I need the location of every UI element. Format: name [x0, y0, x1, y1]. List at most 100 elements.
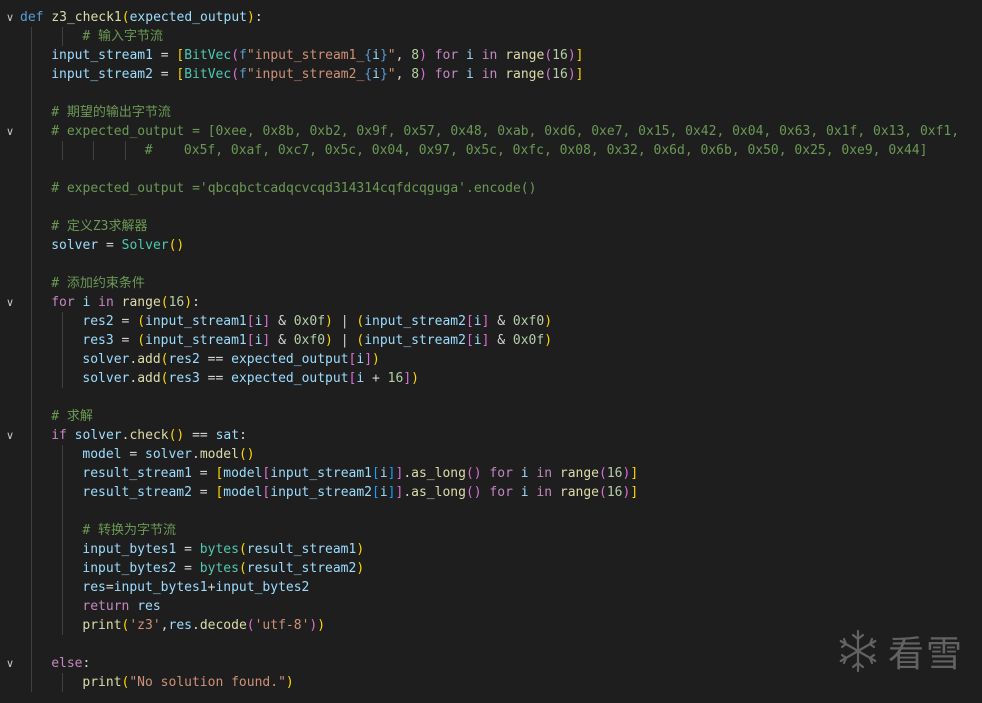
code-line[interactable]: ∨ # expected_output = [0xee, 0x8b, 0xb2, …: [0, 122, 982, 141]
code-text: # 求解: [51, 407, 93, 426]
code-line[interactable]: res3 = (input_stream1[i] & 0xf0) | (inpu…: [0, 331, 982, 350]
fold-chevron-icon[interactable]: ∨: [3, 293, 17, 312]
code-token: # 期望的输出字节流: [51, 105, 171, 120]
code-token: =: [176, 561, 200, 576]
code-token: range: [121, 295, 161, 310]
code-line[interactable]: # expected_output ='qbcqbctcadqcvcqd3143…: [0, 179, 982, 198]
code-line[interactable]: # 输入字节流: [0, 27, 982, 46]
code-token: add: [137, 352, 161, 367]
code-line[interactable]: model = solver.model(): [0, 445, 982, 464]
code-line[interactable]: # 转换为字节流: [0, 521, 982, 540]
code-line[interactable]: input_stream2 = [BitVec(f"input_stream2_…: [0, 65, 982, 84]
fold-chevron-icon[interactable]: ∨: [3, 8, 17, 27]
indent-guide: [31, 84, 32, 103]
code-line[interactable]: res=input_bytes1+input_bytes2: [0, 578, 982, 597]
code-token: =: [191, 466, 216, 481]
code-token: 0xf0: [512, 314, 545, 329]
indent-guide: [62, 578, 64, 597]
code-token: i: [356, 352, 365, 367]
code-line[interactable]: res2 = (input_stream1[i] & 0x0f) | (inpu…: [0, 312, 982, 331]
code-token: ): [325, 333, 333, 348]
code-text: for i in range(16):: [51, 293, 200, 312]
code-line[interactable]: ∨ for i in range(16):: [0, 293, 982, 312]
code-token: bytes: [199, 542, 239, 557]
code-text: model = solver.model(): [82, 445, 254, 464]
code-token: (): [168, 238, 185, 253]
code-text: solver = Solver(): [51, 236, 184, 255]
code-line[interactable]: [0, 198, 982, 217]
code-token: for: [426, 67, 467, 82]
code-token: {: [364, 48, 373, 63]
code-line[interactable]: ∨ def z3_check1(expected_output):: [0, 8, 982, 27]
code-token: (: [231, 48, 240, 63]
code-line[interactable]: solver = Solver(): [0, 236, 982, 255]
code-token: =: [191, 485, 216, 500]
code-token: input_stream1: [51, 48, 153, 63]
code-token: range: [505, 67, 545, 82]
code-token: ]: [364, 352, 373, 367]
code-token: # 求解: [51, 409, 93, 424]
code-line[interactable]: [0, 160, 982, 179]
fold-chevron-icon[interactable]: ∨: [3, 654, 17, 673]
code-token: input_stream1: [145, 314, 247, 329]
code-token: ): [411, 371, 419, 386]
code-token: .: [191, 447, 200, 462]
code-token: =: [121, 447, 146, 462]
code-line[interactable]: [0, 84, 982, 103]
code-token: ): [372, 352, 380, 367]
code-line[interactable]: input_bytes2 = bytes(result_stream2): [0, 559, 982, 578]
code-token: model: [223, 466, 263, 481]
code-line[interactable]: result_stream2 = [model[input_stream2[i]…: [0, 483, 982, 502]
indent-guide: [62, 445, 64, 464]
code-line[interactable]: solver.add(res3 == expected_output[i + 1…: [0, 369, 982, 388]
indent-guide: [62, 312, 64, 331]
code-line[interactable]: input_stream1 = [BitVec(f"input_stream1_…: [0, 46, 982, 65]
code-line[interactable]: [0, 255, 982, 274]
code-text: input_bytes2 = bytes(result_stream2): [82, 559, 364, 578]
code-token: .: [403, 466, 412, 481]
indent-guide: [31, 483, 32, 502]
code-line[interactable]: # 添加约束条件: [0, 274, 982, 293]
indent-guide: [31, 407, 32, 426]
code-line[interactable]: [0, 502, 982, 521]
code-token: (: [160, 352, 169, 367]
code-token: print: [82, 618, 122, 633]
fold-chevron-icon[interactable]: ∨: [3, 122, 17, 141]
code-line[interactable]: [0, 388, 982, 407]
code-line[interactable]: result_stream1 = [model[input_stream1[i]…: [0, 464, 982, 483]
indent-guide: [31, 27, 32, 46]
code-editor[interactable]: ∨ def z3_check1(expected_output): # 输入字节流 i…: [0, 0, 982, 703]
code-line[interactable]: solver.add(res2 == expected_output[i]): [0, 350, 982, 369]
code-token: input_stream2: [270, 485, 372, 500]
fold-chevron-icon[interactable]: ∨: [3, 426, 17, 445]
code-text: input_stream2 = [BitVec(f"input_stream2_…: [51, 65, 583, 84]
code-token: (: [544, 67, 553, 82]
code-token: =: [152, 67, 177, 82]
code-token: .: [129, 352, 138, 367]
code-token: # expected_output = [0xee, 0x8b, 0xb2, 0…: [51, 124, 960, 139]
code-line[interactable]: # 定义Z3求解器: [0, 217, 982, 236]
code-line[interactable]: # 求解: [0, 407, 982, 426]
code-token: &: [270, 314, 294, 329]
code-text: return res: [82, 597, 160, 616]
indent-guide: [62, 502, 64, 521]
code-token: [: [465, 333, 474, 348]
code-text: solver.add(res2 == expected_output[i]): [82, 350, 379, 369]
code-line[interactable]: # 期望的输出字节流: [0, 103, 982, 122]
code-line[interactable]: input_bytes1 = bytes(result_stream1): [0, 540, 982, 559]
code-token: range: [559, 466, 600, 481]
code-line[interactable]: ∨ if solver.check() == sat:: [0, 426, 982, 445]
code-token: 'z3': [129, 618, 161, 633]
indent-guide: [31, 160, 32, 179]
code-token: }: [379, 48, 388, 63]
code-token: result_stream1: [246, 542, 357, 557]
code-token: i: [379, 485, 388, 500]
code-token: .: [129, 371, 138, 386]
code-line[interactable]: return res: [0, 597, 982, 616]
code-text: result_stream2 = [model[input_stream2[i]…: [82, 483, 638, 502]
code-token: |: [332, 333, 357, 348]
code-token: sat: [215, 428, 240, 443]
code-line[interactable]: # 0x5f, 0xaf, 0xc7, 0x5c, 0x04, 0x97, 0x…: [0, 141, 982, 160]
indent-guide: [31, 122, 32, 141]
code-token: ": [387, 67, 396, 82]
